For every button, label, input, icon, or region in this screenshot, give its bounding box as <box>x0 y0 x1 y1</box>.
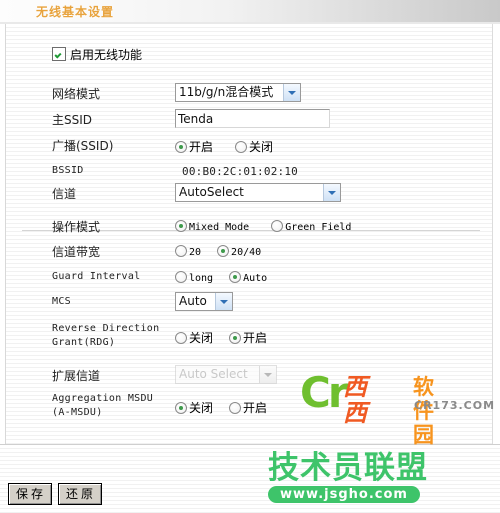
field-amsdu: 关闭 开启 <box>175 399 267 416</box>
broadcast-ssid-radio-on[interactable]: 开启 <box>175 138 213 155</box>
row-mcs: MCS Auto <box>0 289 500 316</box>
footer: 保存 还原 <box>0 445 500 513</box>
save-button[interactable]: 保存 <box>8 483 53 505</box>
row-extension-channel: 扩展信道 Auto Select <box>0 362 500 389</box>
channel-bandwidth-2040-label: 20/40 <box>231 247 262 258</box>
guard-interval-auto-label: Auto <box>243 273 268 284</box>
guard-interval-radio-long[interactable]: long <box>175 270 213 284</box>
operation-mode-radio-mixed[interactable]: Mixed Mode <box>175 219 249 233</box>
field-channel-bandwidth: 20 20/40 <box>175 244 261 258</box>
label-channel-bandwidth: 信道带宽 <box>52 245 101 259</box>
row-amsdu: Aggregation MSDU (A-MSDU) 关闭 开启 <box>0 390 500 426</box>
row-network-mode: 网络模式 11b/g/n混合模式 <box>0 80 500 107</box>
mcs-select-wrap[interactable]: Auto <box>175 292 233 311</box>
rdg-radio-off[interactable]: 关闭 <box>175 329 213 346</box>
row-guard-interval: Guard Interval long Auto <box>0 264 500 291</box>
radio-unselected-icon[interactable] <box>271 220 284 232</box>
radio-unselected-icon[interactable] <box>235 141 248 153</box>
row-channel-bandwidth: 信道带宽 20 20/40 <box>0 238 500 265</box>
label-mcs: MCS <box>52 296 71 307</box>
label-rdg-line2: Grant(RDG) <box>52 337 116 348</box>
label-amsdu-line2: (A-MSDU) <box>52 407 103 418</box>
field-broadcast-ssid: 开启 关闭 <box>175 138 273 155</box>
amsdu-off-label: 关闭 <box>189 401 214 415</box>
broadcast-ssid-on-label: 开启 <box>189 140 214 154</box>
guard-interval-radio-auto[interactable]: Auto <box>229 270 267 284</box>
rdg-radio-on[interactable]: 开启 <box>229 329 267 346</box>
row-broadcast-ssid: 广播(SSID) 开启 关闭 <box>0 132 500 159</box>
page-title: 无线基本设置 <box>36 5 115 19</box>
extension-channel-select-wrap: Auto Select <box>175 365 277 384</box>
restore-button[interactable]: 还原 <box>58 483 103 505</box>
rdg-on-label: 开启 <box>243 331 268 345</box>
operation-mode-mixed-label: Mixed Mode <box>189 222 250 233</box>
label-main-ssid: 主SSID <box>52 113 93 127</box>
channel-bandwidth-20-label: 20 <box>189 247 202 258</box>
main-ssid-input[interactable] <box>175 109 330 128</box>
bssid-value: 00:B0:2C:01:02:10 <box>182 165 298 178</box>
label-extension-channel: 扩展信道 <box>52 369 101 383</box>
label-guard-interval: Guard Interval <box>52 271 141 282</box>
settings-form: 启用无线功能 网络模式 11b/g/n混合模式 主SSID 广播(S <box>0 24 500 444</box>
operation-mode-radio-greenfield[interactable]: Green Field <box>271 219 351 233</box>
page-header: 无线基本设置 <box>0 0 500 22</box>
rdg-off-label: 关闭 <box>189 331 214 345</box>
field-operation-mode: Mixed Mode Green Field <box>175 219 351 233</box>
amsdu-radio-off[interactable]: 关闭 <box>175 399 213 416</box>
row-main-ssid: 主SSID <box>0 106 500 133</box>
channel-select[interactable]: AutoSelect <box>175 183 341 202</box>
extension-channel-select: Auto Select <box>175 365 277 384</box>
label-rdg-line1: Reverse Direction <box>52 323 160 334</box>
field-network-mode: 11b/g/n混合模式 <box>175 83 301 102</box>
radio-selected-icon[interactable] <box>217 245 230 257</box>
field-extension-channel: Auto Select <box>175 365 277 384</box>
label-amsdu-line1: Aggregation MSDU <box>52 393 154 404</box>
radio-selected-icon[interactable] <box>175 141 187 153</box>
button-bar: 保存 还原 <box>8 483 108 505</box>
radio-selected-icon[interactable] <box>175 220 187 232</box>
mcs-select[interactable]: Auto <box>175 292 233 311</box>
field-channel: AutoSelect <box>175 183 341 202</box>
field-mcs: Auto <box>175 292 233 311</box>
label-broadcast-ssid: 广播(SSID) <box>52 139 114 153</box>
amsdu-radio-on[interactable]: 开启 <box>229 399 267 416</box>
label-bssid: BSSID <box>52 165 84 176</box>
panel-left-edge <box>0 24 6 444</box>
label-channel: 信道 <box>52 187 77 201</box>
radio-selected-icon[interactable] <box>175 402 187 414</box>
radio-selected-icon[interactable] <box>229 332 242 344</box>
radio-unselected-icon[interactable] <box>229 402 242 414</box>
field-guard-interval: long Auto <box>175 270 267 284</box>
radio-selected-icon[interactable] <box>229 271 242 283</box>
channel-bandwidth-radio-20[interactable]: 20 <box>175 244 201 258</box>
amsdu-on-label: 开启 <box>243 401 268 415</box>
field-main-ssid <box>175 109 330 128</box>
enable-wireless-label: 启用无线功能 <box>70 48 143 62</box>
row-channel: 信道 AutoSelect <box>0 180 500 207</box>
field-rdg: 关闭 开启 <box>175 329 267 346</box>
enable-wireless-row[interactable]: 启用无线功能 <box>52 46 142 63</box>
row-operation-mode: 操作模式 Mixed Mode Green Field <box>0 213 500 240</box>
channel-select-wrap[interactable]: AutoSelect <box>175 183 341 202</box>
broadcast-ssid-off-label: 关闭 <box>249 140 274 154</box>
network-mode-select[interactable]: 11b/g/n混合模式 <box>175 83 301 102</box>
checkbox-icon[interactable] <box>52 47 66 61</box>
label-operation-mode: 操作模式 <box>52 220 101 234</box>
radio-unselected-icon[interactable] <box>175 245 187 257</box>
guard-interval-long-label: long <box>189 273 214 284</box>
label-network-mode: 网络模式 <box>52 87 101 101</box>
network-mode-select-wrap[interactable]: 11b/g/n混合模式 <box>175 83 301 102</box>
router-wireless-settings-page: 无线基本设置 启用无线功能 网络模式 11b/g/n混合模式 主SSID Ten… <box>0 0 500 513</box>
row-rdg: Reverse Direction Grant(RDG) 关闭 开启 <box>0 320 500 356</box>
radio-unselected-icon[interactable] <box>175 332 187 344</box>
panel-right-edge <box>492 24 500 444</box>
channel-bandwidth-radio-2040[interactable]: 20/40 <box>217 244 261 258</box>
operation-mode-greenfield-label: Green Field <box>285 222 352 233</box>
broadcast-ssid-radio-off[interactable]: 关闭 <box>235 138 273 155</box>
radio-unselected-icon[interactable] <box>175 271 187 283</box>
